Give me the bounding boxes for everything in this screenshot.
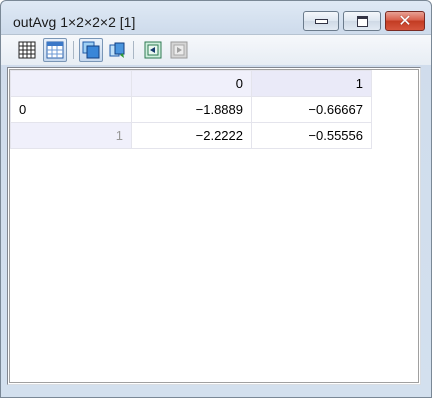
column-header[interactable]: 1 [251, 70, 372, 97]
refresh-icon [109, 42, 125, 58]
table-row: 0 −1.8889 −0.66667 [10, 96, 372, 123]
minimize-button[interactable] [303, 11, 339, 31]
table-viewport[interactable]: 0 1 0 −1.8889 −0.66667 1 −2.2222 −0.5555… [9, 69, 419, 383]
header-row: 0 1 [10, 70, 372, 97]
row-header[interactable]: 0 [10, 96, 132, 123]
refresh-button[interactable] [105, 38, 129, 62]
table-cell[interactable]: −0.66667 [251, 96, 372, 123]
window-title: outAvg 1×2×2×2 [1] [13, 14, 136, 30]
table-cell[interactable]: −1.8889 [131, 96, 252, 123]
copy-icon [82, 41, 100, 59]
table-row: 1 −2.2222 −0.55556 [10, 122, 372, 149]
table-cell[interactable]: −0.55556 [251, 122, 372, 149]
table-view-button[interactable] [43, 38, 67, 62]
close-icon: ✕ [398, 11, 412, 30]
data-table: 0 1 0 −1.8889 −0.66667 1 −2.2222 −0.5555… [10, 70, 372, 149]
maximize-button[interactable] [343, 11, 381, 31]
grid-icon [18, 41, 36, 59]
toolbar [1, 34, 431, 65]
previous-button[interactable] [141, 38, 165, 62]
toolbar-separator [73, 41, 74, 59]
corner-cell[interactable] [10, 70, 132, 97]
row-header[interactable]: 1 [10, 122, 132, 149]
next-icon [170, 41, 188, 59]
table-view-icon [46, 41, 64, 59]
grid-button[interactable] [15, 38, 39, 62]
previous-icon [144, 41, 162, 59]
column-header[interactable]: 0 [131, 70, 252, 97]
table-panel: 0 1 0 −1.8889 −0.66667 1 −2.2222 −0.5555… [7, 67, 421, 385]
table-cell[interactable]: −2.2222 [131, 122, 252, 149]
minimize-icon [314, 18, 328, 24]
maximize-icon [356, 15, 368, 27]
title-bar[interactable]: outAvg 1×2×2×2 [1] ✕ [1, 1, 431, 33]
toolbar-separator [133, 41, 134, 59]
array-viewer-window: outAvg 1×2×2×2 [1] ✕ 0 1 0 −1.8889 −0.66… [0, 0, 432, 398]
copy-button[interactable] [79, 38, 103, 62]
next-button[interactable] [167, 38, 191, 62]
close-button[interactable]: ✕ [385, 11, 425, 31]
